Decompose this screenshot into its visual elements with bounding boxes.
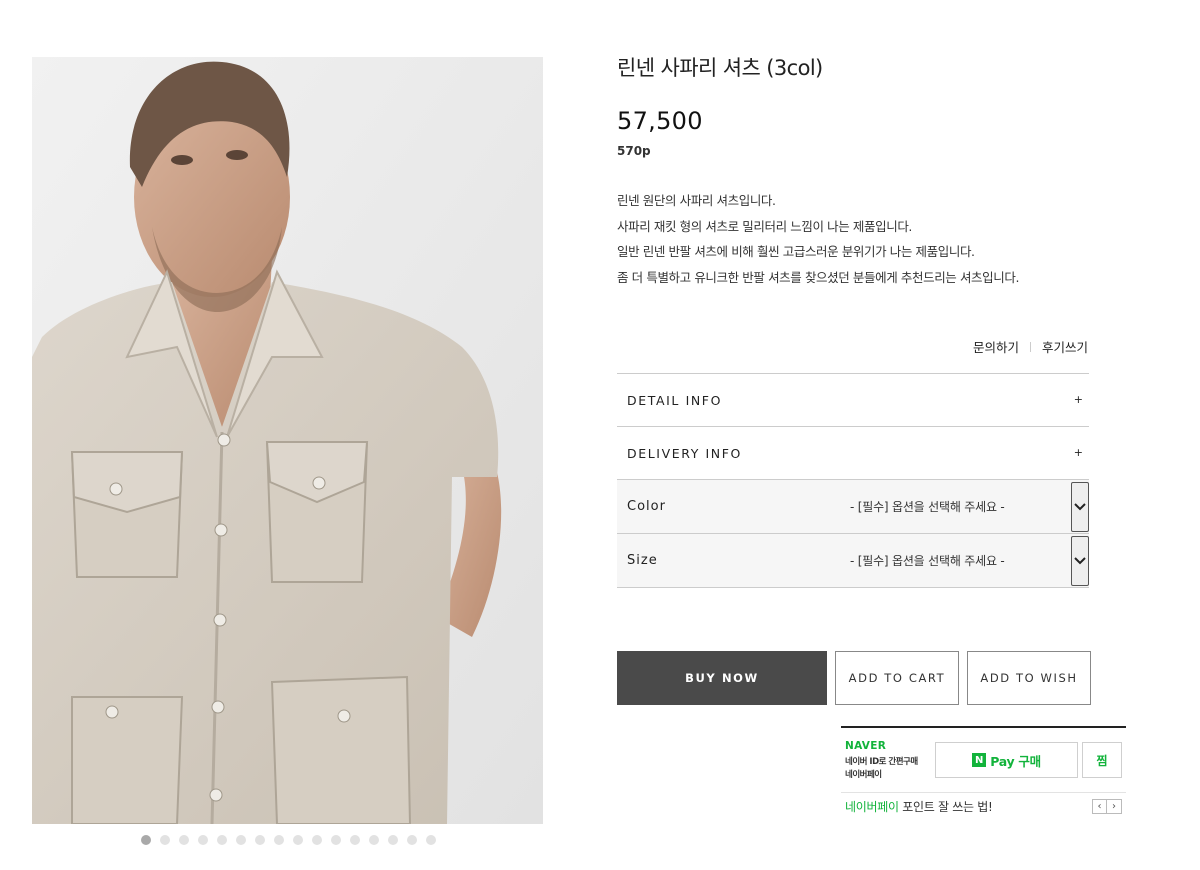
gallery-dot[interactable] xyxy=(236,835,246,845)
gallery-dot[interactable] xyxy=(388,835,398,845)
color-select[interactable]: - [필수] 옵션을 선택해 주세요 - xyxy=(850,480,1089,533)
inquiry-link[interactable]: 문의하기 xyxy=(973,337,1019,356)
naver-n-icon: N xyxy=(972,753,987,767)
add-to-cart-button[interactable]: ADD TO CART xyxy=(835,651,959,705)
gallery-dot[interactable] xyxy=(179,835,189,845)
naver-pay-buy-label: Pay 구매 xyxy=(990,753,1041,769)
naver-wish-button[interactable]: 찜 xyxy=(1082,742,1122,778)
gallery-pagination xyxy=(141,835,436,845)
naver-logo: NAVER xyxy=(845,740,887,752)
naver-pay-pager: ‹ › xyxy=(1092,799,1122,814)
gallery-dot[interactable] xyxy=(407,835,417,845)
review-link[interactable]: 후기쓰기 xyxy=(1042,337,1088,356)
chevron-right-icon[interactable]: › xyxy=(1107,799,1122,814)
naver-pay-points-tip[interactable]: 네이버페이 포인트 잘 쓰는 법! xyxy=(845,798,993,815)
gallery-dot[interactable] xyxy=(255,835,265,845)
description-line: 좀 더 특별하고 유니크한 반팔 셔츠를 찾으셨던 분들에게 추천드리는 셔츠입… xyxy=(617,269,1020,285)
naver-pay-tip-text: 포인트 잘 쓰는 법! xyxy=(898,800,993,814)
gallery-dot[interactable] xyxy=(312,835,322,845)
gallery-dot[interactable] xyxy=(274,835,284,845)
gallery-dot[interactable] xyxy=(350,835,360,845)
naver-pay-subtitle: 네이버 ID로 간편구매 xyxy=(845,757,918,767)
product-image[interactable] xyxy=(32,57,543,824)
delivery-info-toggle[interactable]: DELIVERY INFO + xyxy=(617,427,1089,480)
gallery-dot[interactable] xyxy=(426,835,436,845)
description-line: 일반 린넨 반팔 셔츠에 비해 훨씬 고급스러운 분위기가 나는 제품입니다. xyxy=(617,244,975,259)
detail-info-label: DETAIL INFO xyxy=(627,392,723,408)
gallery-dot[interactable] xyxy=(217,835,227,845)
gallery-dot[interactable] xyxy=(141,835,151,845)
product-description: 린넨 원단의 사파리 셔츠입니다. 사파리 재킷 형의 셔츠로 밀리터리 느낌이… xyxy=(617,188,1137,290)
gallery-dot[interactable] xyxy=(160,835,170,845)
gallery-dot[interactable] xyxy=(293,835,303,845)
naver-pay-tip-brand: 네이버페이 xyxy=(845,800,899,814)
size-option-row: Size - [필수] 옵션을 선택해 주세요 - xyxy=(617,534,1089,588)
size-option-label: Size xyxy=(627,553,658,568)
naver-pay-subtitle: 네이버페이 xyxy=(845,770,882,780)
add-to-wish-button[interactable]: ADD TO WISH xyxy=(967,651,1091,705)
buy-now-button[interactable]: BUY NOW xyxy=(617,651,827,705)
expand-icon[interactable]: + xyxy=(1074,393,1083,406)
product-title: 린넨 사파리 셔츠 (3col) xyxy=(617,56,823,80)
model-shirt-illustration xyxy=(32,57,543,824)
color-option-label: Color xyxy=(627,499,666,514)
description-line: 린넨 원단의 사파리 셔츠입니다. xyxy=(617,193,776,208)
chevron-down-icon[interactable] xyxy=(1071,535,1089,586)
size-select[interactable]: - [필수] 옵션을 선택해 주세요 - xyxy=(850,534,1089,587)
gallery-dot[interactable] xyxy=(369,835,379,845)
chevron-down-icon[interactable] xyxy=(1071,481,1089,532)
divider xyxy=(841,792,1126,793)
color-select-value: - [필수] 옵션을 선택해 주세요 - xyxy=(850,500,1005,514)
gallery-dot[interactable] xyxy=(331,835,341,845)
naver-pay-widget: NAVER 네이버 ID로 간편구매 네이버페이 N Pay 구매 찜 네이버페… xyxy=(841,726,1126,820)
color-option-row: Color - [필수] 옵션을 선택해 주세요 - xyxy=(617,480,1089,534)
delivery-info-label: DELIVERY INFO xyxy=(627,445,742,461)
product-options: DETAIL INFO + DELIVERY INFO + Color - [필… xyxy=(617,373,1089,588)
naver-pay-buy-button[interactable]: N Pay 구매 xyxy=(935,742,1078,778)
expand-icon[interactable]: + xyxy=(1074,446,1083,459)
reward-points: 570p xyxy=(617,144,651,158)
gallery-dot[interactable] xyxy=(198,835,208,845)
link-divider xyxy=(1029,341,1031,352)
product-price: 57,500 xyxy=(617,107,703,135)
detail-info-toggle[interactable]: DETAIL INFO + xyxy=(617,374,1089,427)
description-line: 사파리 재킷 형의 셔츠로 밀리터리 느낌이 나는 제품입니다. xyxy=(617,218,912,234)
chevron-left-icon[interactable]: ‹ xyxy=(1092,799,1107,814)
size-select-value: - [필수] 옵션을 선택해 주세요 - xyxy=(850,554,1005,568)
board-links: 문의하기 후기쓰기 xyxy=(973,337,1088,356)
